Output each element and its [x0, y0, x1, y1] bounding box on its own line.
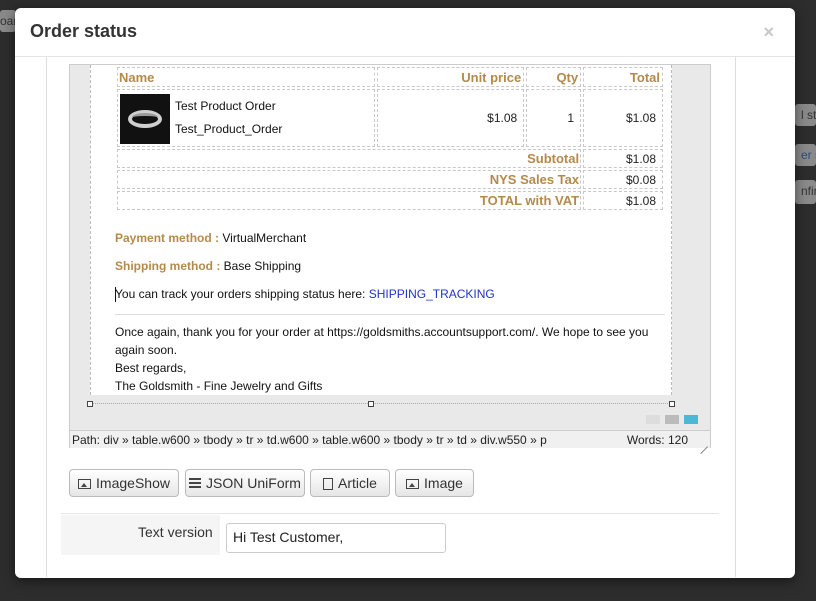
thank-you-message: Once again, thank you for your order at …: [115, 323, 665, 395]
section-divider: [61, 513, 719, 514]
tracking-line: You can track your orders shipping statu…: [115, 287, 495, 301]
resize-handle[interactable]: [368, 401, 374, 407]
editor-mode-swatch[interactable]: [646, 415, 660, 424]
button-label: ImageShow: [96, 475, 170, 491]
editor-content-area[interactable]: Name Unit price Qty Total Test Product O…: [90, 65, 672, 395]
shipping-tracking-link[interactable]: SHIPPING_TRACKING: [369, 287, 495, 301]
payment-method-value: VirtualMerchant: [222, 231, 307, 245]
summary-row: NYS Sales Tax $0.08: [117, 170, 663, 189]
sales-tax-label: NYS Sales Tax: [117, 170, 582, 189]
close-icon[interactable]: ×: [763, 22, 774, 43]
total-with-vat-value: $1.08: [583, 191, 663, 210]
background-text: er s: [801, 148, 816, 162]
rich-text-editor[interactable]: Name Unit price Qty Total Test Product O…: [69, 64, 711, 448]
product-unit-price: $1.08: [376, 89, 525, 147]
editor-status-bar: Path: div » table.w600 » tbody » tr » td…: [70, 430, 710, 448]
summary-row: Subtotal $1.08: [117, 149, 663, 168]
regards-text: Best regards,: [115, 361, 187, 375]
image-icon: [406, 479, 420, 489]
button-label: Image: [424, 475, 463, 491]
element-path: Path: div » table.w600 » tbody » tr » td…: [72, 433, 547, 447]
editor-mode-swatch[interactable]: [665, 415, 679, 424]
article-button[interactable]: Article: [310, 469, 390, 497]
payment-method-line: Payment method : VirtualMerchant: [115, 231, 306, 245]
background-page-fragment: l st: [795, 104, 816, 126]
background-page-fragment: er s: [795, 144, 816, 166]
image-button[interactable]: Image: [395, 469, 474, 497]
document-icon: [323, 478, 334, 490]
shipping-method-value: Base Shipping: [223, 259, 302, 273]
table-row: Test Product Order Test_Product_Order $1…: [117, 89, 663, 147]
product-qty: 1: [526, 89, 582, 147]
total-with-vat-label: TOTAL with VAT: [117, 191, 582, 210]
product-cell: Test Product Order Test_Product_Order: [117, 89, 375, 147]
modal-title: Order status: [30, 21, 138, 41]
column-header-name: Name: [117, 67, 375, 87]
shipping-method-line: Shipping method : Base Shipping: [115, 259, 301, 273]
modal-header: Order status ×: [15, 8, 795, 57]
text-version-field[interactable]: Hi Test Customer,: [226, 523, 446, 553]
sales-tax-value: $0.08: [583, 170, 663, 189]
payment-method-label: Payment method :: [115, 231, 220, 245]
resize-handle[interactable]: [87, 401, 93, 407]
background-page-fragment: oar: [0, 10, 16, 32]
divider: [115, 314, 665, 315]
imageshow-button[interactable]: ImageShow: [69, 469, 179, 497]
background-text: nfir: [801, 184, 816, 198]
background-text: l st: [801, 108, 816, 122]
json-uniform-button[interactable]: JSON UniForm: [185, 469, 305, 497]
subtotal-label: Subtotal: [117, 149, 582, 168]
subtotal-value: $1.08: [583, 149, 663, 168]
background-page-fragment: nfir: [795, 180, 816, 204]
image-icon: [78, 479, 92, 489]
button-label: JSON UniForm: [206, 475, 301, 491]
product-thumbnail: [120, 93, 170, 144]
thank-you-text: Once again, thank you for your order at …: [115, 325, 649, 357]
button-label: Article: [338, 475, 377, 491]
selection-edge: [90, 403, 672, 404]
shipping-method-label: Shipping method :: [115, 259, 221, 273]
resize-handle[interactable]: [669, 401, 675, 407]
tracking-text: You can track your orders shipping statu…: [115, 287, 366, 301]
background-text: oar: [0, 14, 16, 28]
word-count: Words: 120: [626, 433, 688, 447]
resize-grip-icon[interactable]: [698, 437, 708, 447]
editor-mode-swatch[interactable]: [684, 415, 698, 424]
column-header-unit-price: Unit price: [376, 67, 525, 87]
column-header-total: Total: [583, 67, 663, 87]
product-total: $1.08: [583, 89, 663, 147]
summary-row: TOTAL with VAT $1.08: [117, 191, 663, 210]
signature-text: The Goldsmith - Fine Jewelry and Gifts: [115, 379, 323, 393]
list-icon: [189, 478, 202, 489]
text-version-label: Text version: [138, 524, 213, 540]
order-table: Name Unit price Qty Total Test Product O…: [115, 65, 665, 212]
column-header-qty: Qty: [526, 67, 582, 87]
